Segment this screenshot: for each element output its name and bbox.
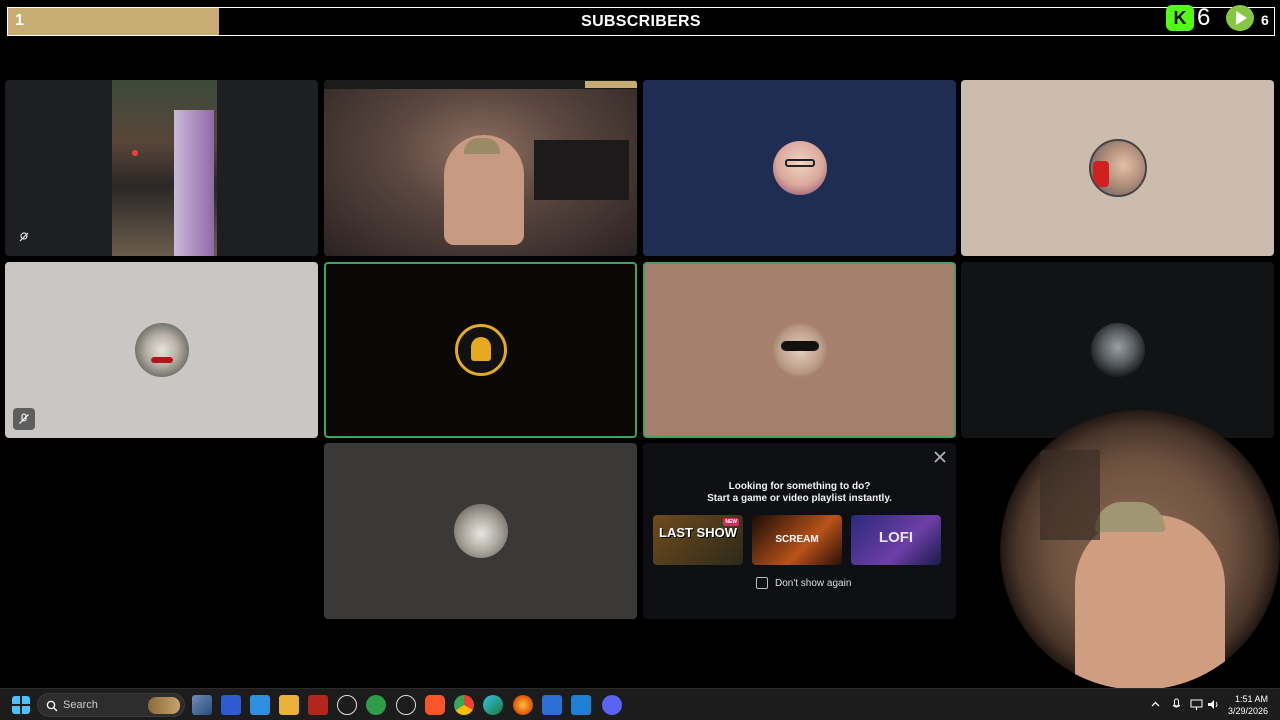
goal-title: SUBSCRIBERS <box>581 13 701 30</box>
activity-card-lofi[interactable]: LOFI <box>851 515 941 565</box>
deafened-icon <box>13 226 35 248</box>
activity-cards: LAST SHOW NEW SCREAM LOFI <box>653 515 941 565</box>
participant-tile-beard-avatar[interactable] <box>324 443 637 619</box>
kick-logo-icon: K <box>1166 5 1194 31</box>
participant-tile-street-video[interactable] <box>5 80 318 256</box>
brave-browser-icon[interactable] <box>425 695 445 715</box>
street-video-feed <box>112 80 217 256</box>
file-explorer-icon[interactable] <box>279 695 299 715</box>
app-icon-3[interactable] <box>308 695 328 715</box>
new-badge: NEW <box>723 518 739 526</box>
search-highlight-icon <box>148 697 180 714</box>
task-view-icon[interactable] <box>192 695 212 715</box>
mario-avatar-image <box>1088 139 1147 197</box>
glasses-avatar-image <box>772 141 827 195</box>
microphone-icon[interactable] <box>1170 698 1183 711</box>
participant-tile-sunglasses-avatar[interactable] <box>643 262 956 438</box>
activity-card-last-show[interactable]: LAST SHOW NEW <box>653 515 743 565</box>
vscode-icon[interactable] <box>571 695 591 715</box>
participant-tile-room-video[interactable] <box>324 80 637 256</box>
volume-icon[interactable] <box>1207 698 1220 711</box>
close-icon[interactable] <box>932 449 948 465</box>
app-icon-5[interactable] <box>396 695 416 715</box>
dont-show-label: Don't show again <box>775 577 852 589</box>
participant-tile-joker-avatar[interactable] <box>5 262 318 438</box>
clock-date: 3/29/2026 <box>1227 706 1268 716</box>
car-avatar-image <box>1090 323 1145 377</box>
activity-prompt-line2: Start a game or video playlist instantly… <box>707 493 892 504</box>
participant-tile-logo-avatar[interactable] <box>324 262 637 438</box>
app-icon-6[interactable] <box>542 695 562 715</box>
system-clock[interactable]: 1:51 AM 3/29/2026 <box>1228 693 1268 717</box>
rumble-logo-icon <box>1226 5 1254 31</box>
room-video-feed <box>324 80 637 256</box>
rumble-viewer-count: 6 <box>1226 3 1269 33</box>
activity-suggestion-card: Looking for something to do? Start a gam… <box>643 443 956 619</box>
activity-prompt-text: Looking for something to do? Start a gam… <box>643 481 956 505</box>
stream-canvas: 1 SUBSCRIBERS K 6 6 Looking for somethin… <box>0 0 1280 720</box>
participant-tile-glasses-avatar[interactable] <box>643 80 956 256</box>
search-icon <box>46 700 58 712</box>
dont-show-checkbox[interactable] <box>756 577 768 589</box>
clock-time: 1:51 AM <box>1234 694 1268 704</box>
streamer-webcam-overlay <box>1000 410 1280 690</box>
sunglasses-avatar-image <box>772 323 827 377</box>
activity-prompt-line1: Looking for something to do? <box>728 481 871 492</box>
edge-icon[interactable] <box>483 695 503 715</box>
dont-show-again-option[interactable]: Don't show again <box>756 577 851 589</box>
chrome-icon[interactable] <box>454 695 474 715</box>
discord-icon[interactable] <box>602 695 622 715</box>
app-icon-1[interactable] <box>221 695 241 715</box>
windows-start-icon[interactable] <box>12 696 30 714</box>
rumble-count: 6 <box>1261 12 1269 28</box>
app-icon-2[interactable] <box>250 695 270 715</box>
subscriber-goal-banner: 1 SUBSCRIBERS <box>7 7 1275 36</box>
kick-viewer-count: K 6 <box>1166 3 1210 33</box>
firefox-icon[interactable] <box>513 695 533 715</box>
taskbar-search-box[interactable]: Search <box>37 693 185 717</box>
logo-avatar-image <box>454 324 507 376</box>
activity-card-title: LAST SHOW <box>659 525 737 540</box>
kick-count: 6 <box>1197 4 1211 31</box>
activity-card-title: LOFI <box>878 529 914 546</box>
search-placeholder: Search <box>63 699 98 711</box>
app-icon-4[interactable] <box>366 695 386 715</box>
chevron-up-icon[interactable] <box>1149 698 1162 711</box>
joker-avatar-image <box>134 323 189 377</box>
windows-taskbar: Search 1:51 AM 3/29/2026 <box>0 688 1280 720</box>
activity-card-scream[interactable]: SCREAM <box>752 515 842 565</box>
activity-card-title: SCREAM <box>775 534 819 545</box>
muted-mic-icon <box>13 408 35 430</box>
network-icon[interactable] <box>1190 698 1203 711</box>
clock-app-icon[interactable] <box>337 695 357 715</box>
beard-avatar-image <box>453 504 508 558</box>
participant-tile-mario-avatar[interactable] <box>961 80 1274 256</box>
